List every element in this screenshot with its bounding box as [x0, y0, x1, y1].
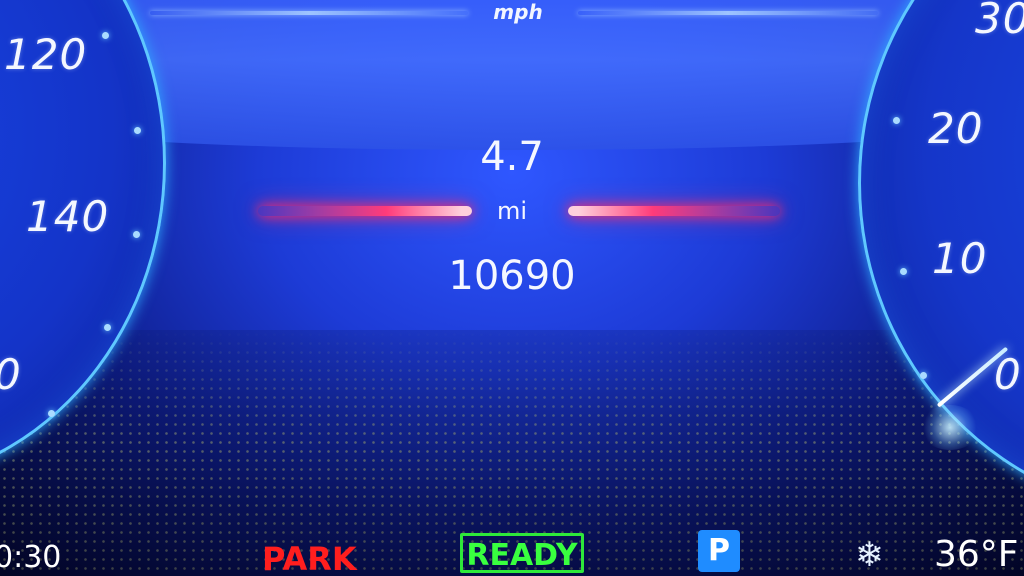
ready-indicator: READY	[460, 533, 584, 573]
odometer-value: 10690	[448, 253, 576, 299]
right-scale-label: 30	[975, 0, 1024, 43]
right-scale-label: 20	[928, 104, 984, 153]
right-gauge-tick	[900, 268, 907, 275]
left-gauge-tick	[48, 410, 55, 417]
right-scale-label: 10	[932, 234, 988, 283]
left-gauge-tick	[134, 127, 141, 134]
speed-unit-label: mph	[493, 0, 543, 24]
right-gauge-tick	[893, 117, 900, 124]
left-scale-label: 140	[26, 192, 110, 241]
left-gauge-tick	[102, 32, 109, 39]
trip-distance-value: 4.7	[480, 134, 544, 180]
needle-hub-glow	[920, 405, 980, 450]
instrument-cluster: mph 120 140 0 30 20 10 0 4.7 mi 10690 0:…	[0, 0, 1024, 576]
outside-temperature: 36°F	[934, 534, 1019, 575]
left-gauge-tick	[104, 324, 111, 331]
gear-indicator-park: PARK	[262, 540, 357, 576]
top-divider-left	[150, 11, 468, 15]
parking-icon: P	[698, 530, 740, 572]
snowflake-icon: ❄	[855, 535, 884, 575]
top-divider-right	[578, 11, 878, 15]
left-gauge-tick	[133, 231, 140, 238]
trip-bar-right	[568, 206, 780, 216]
right-gauge-tick	[920, 372, 927, 379]
clock: 0:30	[0, 540, 62, 575]
left-scale-label: 0	[0, 350, 22, 399]
left-scale-label: 120	[4, 30, 88, 79]
